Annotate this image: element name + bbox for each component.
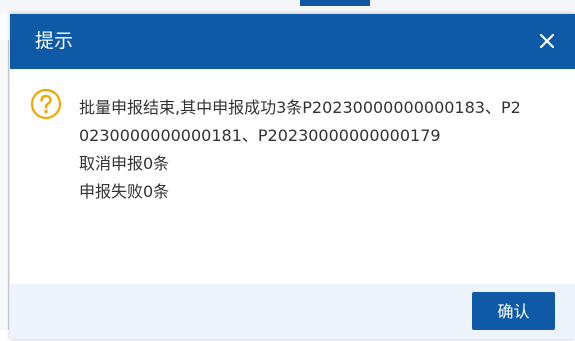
dialog-header: 提示	[10, 14, 575, 69]
confirm-button[interactable]: 确认	[472, 292, 555, 330]
message-line: 申报失败0条	[79, 182, 170, 201]
close-button[interactable]	[533, 27, 561, 55]
message-line: 批量申报结束,其中申报成功3条P20230000000000183、P2	[79, 98, 521, 117]
dialog-title: 提示	[35, 30, 74, 52]
background-tab	[300, 0, 370, 6]
dialog-footer: 确认	[10, 284, 575, 339]
question-circle-icon	[30, 88, 62, 120]
message-line: 取消申报0条	[79, 154, 170, 173]
background-app-header	[0, 0, 575, 14]
close-icon	[539, 33, 555, 49]
dialog-message: 批量申报结束,其中申报成功3条P20230000000000183、P2 023…	[79, 94, 559, 206]
background-app-edge	[0, 40, 9, 330]
dialog-body: 批量申报结束,其中申报成功3条P20230000000000183、P2 023…	[10, 69, 575, 284]
prompt-dialog: 提示 批量申报结束,其中申报成功3条P20230000000000183、P2 …	[10, 14, 575, 339]
message-line: 0230000000000181、P20230000000000179	[79, 126, 441, 145]
